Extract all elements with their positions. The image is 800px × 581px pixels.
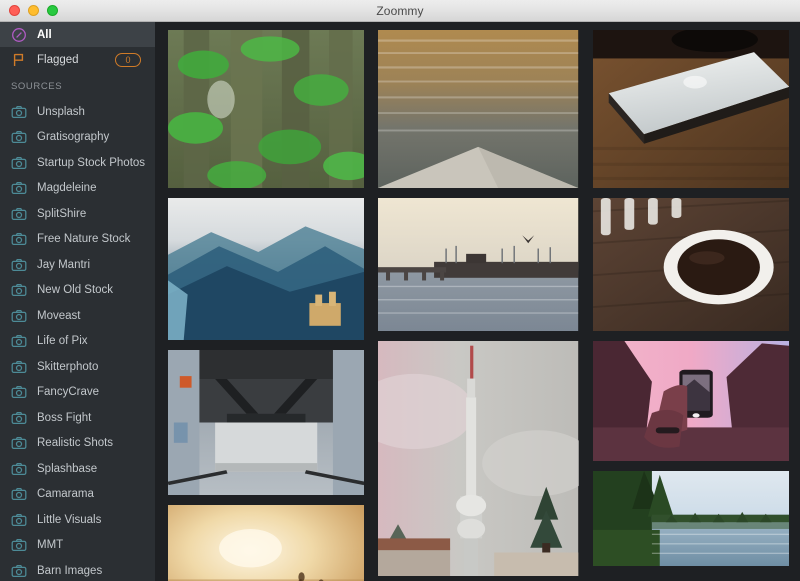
sidebar-item-label: Unsplash [37,105,85,118]
title-bar: Zoommy [0,0,800,22]
camera-icon [11,333,27,349]
camera-icon [11,435,27,451]
gallery-column-2 [378,30,579,576]
sidebar-item-life-of-pix[interactable]: Life of Pix [0,329,155,355]
flagged-count-badge: 0 [115,52,141,67]
camera-icon [11,410,27,426]
photo-bridge-underside[interactable] [168,350,365,495]
photo-forest-lake[interactable] [592,471,789,566]
window-controls [0,5,58,16]
sidebar-item-all[interactable]: All [0,22,155,47]
camera-icon [11,231,27,247]
sidebar-item-label: Life of Pix [37,335,88,348]
sidebar-item-new-old-stock[interactable]: New Old Stock [0,278,155,304]
gallery-column-3 [592,30,789,566]
photo-grid [155,22,800,581]
camera-icon [11,104,27,120]
sidebar: All Flagged 0 SOURCES Unsplash Gratisogra… [0,22,155,581]
minimize-button[interactable] [28,5,39,16]
camera-icon [11,537,27,553]
photo-golden-sunset-reeds[interactable] [168,505,365,581]
camera-icon [11,384,27,400]
camera-icon [11,206,27,222]
camera-icon [11,155,27,171]
photo-phone-pink-valley[interactable] [592,341,789,461]
sidebar-item-realistic-shots[interactable]: Realistic Shots [0,431,155,457]
sidebar-item-label: Camarama [37,488,94,501]
sidebar-item-label: Jay Mantri [37,258,91,271]
sidebar-item-gratisography[interactable]: Gratisography [0,125,155,151]
camera-icon [11,180,27,196]
camera-icon [11,282,27,298]
sources-section-label: SOURCES [11,81,63,92]
camera-icon [11,563,27,579]
sidebar-item-startup-stock-photos[interactable]: Startup Stock Photos [0,150,155,176]
sidebar-item-little-visuals[interactable]: Little Visuals [0,507,155,533]
sidebar-item-boss-fight[interactable]: Boss Fight [0,405,155,431]
app-body: All Flagged 0 SOURCES Unsplash Gratisogra… [0,22,800,581]
gallery-column-1 [168,30,365,581]
camera-icon [11,486,27,502]
sources-list: Unsplash Gratisography Startup Stock Photo… [0,99,155,581]
sidebar-item-fancycrave[interactable]: FancyCrave [0,380,155,406]
photo-laptop-on-desk[interactable] [592,30,789,188]
camera-icon [11,359,27,375]
maximize-button[interactable] [47,5,58,16]
sidebar-item-label: Moveast [37,309,81,322]
photo-grid-columns [168,30,789,581]
sidebar-item-magdeleine[interactable]: Magdeleine [0,176,155,202]
sidebar-item-label: Splashbase [37,462,98,475]
sidebar-item-label: Free Nature Stock [37,233,131,246]
sidebar-item-label: New Old Stock [37,284,114,297]
sidebar-item-label: Startup Stock Photos [37,156,146,169]
camera-icon [11,129,27,145]
photo-dusk-pier-silhouette[interactable] [378,198,579,331]
camera-icon [11,512,27,528]
sidebar-item-label: Skitterphoto [37,360,99,373]
flag-icon [11,52,27,68]
sidebar-item-unsplash[interactable]: Unsplash [0,99,155,125]
sidebar-item-mmt[interactable]: MMT [0,533,155,559]
photo-green-tree-trunks[interactable] [168,30,365,188]
sidebar-item-label: SplitShire [37,207,87,220]
sidebar-item-label: Barn Images [37,564,103,577]
close-button[interactable] [9,5,20,16]
sidebar-item-splashbase[interactable]: Splashbase [0,456,155,482]
sidebar-item-barn-images[interactable]: Barn Images [0,558,155,581]
window-title: Zoommy [376,3,424,18]
photo-misty-blue-mountains[interactable] [168,198,365,340]
sidebar-item-label: Gratisography [37,131,110,144]
camera-icon [11,257,27,273]
sidebar-item-flagged[interactable]: Flagged 0 [0,47,155,72]
photo-coffee-cup-wood[interactable] [592,198,789,331]
sidebar-item-jay-mantri[interactable]: Jay Mantri [0,252,155,278]
sidebar-item-flagged-label: Flagged [37,53,79,66]
compass-icon [11,27,27,43]
photo-river-concrete-pier[interactable] [378,30,579,188]
sidebar-item-label: Realistic Shots [37,437,114,450]
sidebar-item-label: Little Visuals [37,513,102,526]
sidebar-item-all-label: All [37,28,52,41]
sidebar-item-moveast[interactable]: Moveast [0,303,155,329]
camera-icon [11,308,27,324]
photo-tv-tower[interactable] [378,341,579,576]
sidebar-item-free-nature-stock[interactable]: Free Nature Stock [0,227,155,253]
sidebar-item-label: FancyCrave [37,386,99,399]
app-window: Zoommy All Flagged 0 SOURCES Unsplash Gr… [0,0,800,581]
camera-icon [11,461,27,477]
sidebar-item-label: Magdeleine [37,182,97,195]
sidebar-item-splitshire[interactable]: SplitShire [0,201,155,227]
sidebar-item-label: Boss Fight [37,411,92,424]
sidebar-item-label: MMT [37,539,64,552]
sidebar-item-camarama[interactable]: Camarama [0,482,155,508]
sidebar-item-skitterphoto[interactable]: Skitterphoto [0,354,155,380]
